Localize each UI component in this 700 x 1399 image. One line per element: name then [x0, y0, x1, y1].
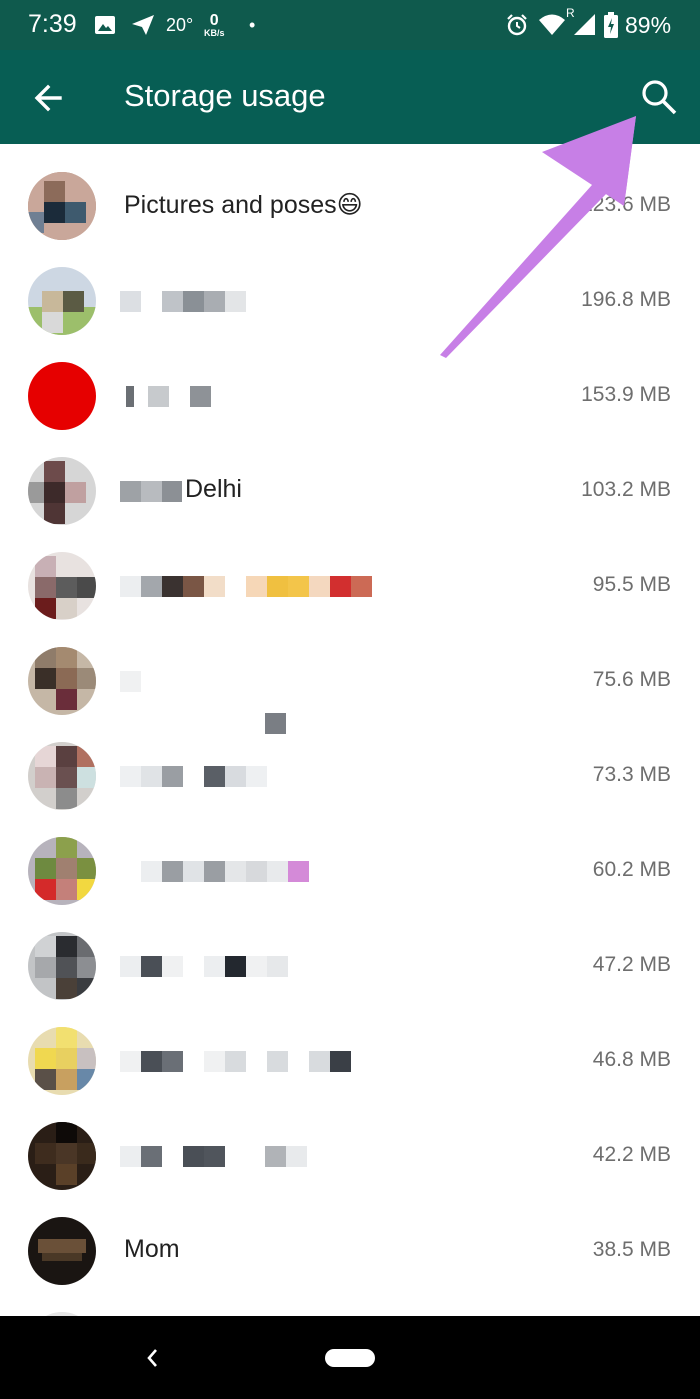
pixelated-name — [118, 1146, 398, 1168]
list-item[interactable]: 153.9 MB — [0, 348, 700, 443]
avatar — [28, 267, 96, 335]
system-nav-bar — [0, 1316, 700, 1399]
storage-size: 95.5 MB — [592, 573, 671, 596]
chat-name: Pictures and poses😄 — [124, 191, 363, 219]
list-item[interactable]: Pictures and poses😄 123.6 MB — [0, 158, 700, 253]
status-time: 7:39 — [28, 10, 77, 38]
list-item[interactable]: 60.2 MB — [0, 823, 700, 918]
storage-size: 153.9 MB — [581, 383, 671, 406]
list-item[interactable]: 46.8 MB — [0, 1013, 700, 1108]
avatar — [28, 552, 96, 620]
storage-size: 47.2 MB — [592, 953, 671, 976]
storage-size: 42.2 MB — [592, 1143, 671, 1166]
page-title: Storage usage — [124, 78, 326, 113]
nav-back-icon[interactable] — [142, 1344, 164, 1372]
avatar — [28, 742, 96, 810]
storage-size: 196.8 MB — [581, 288, 671, 311]
avatar — [28, 1217, 96, 1285]
wifi-icon — [538, 0, 566, 50]
send-icon — [131, 0, 155, 50]
pixelated-name — [118, 481, 182, 503]
app-bar: Storage usage — [0, 50, 700, 144]
alarm-icon — [505, 0, 529, 50]
pixelated-name — [118, 576, 398, 598]
storage-size: 123.6 MB — [581, 193, 671, 216]
storage-size: 46.8 MB — [592, 1048, 671, 1071]
list-item[interactable]: Mom 38.5 MB — [0, 1203, 700, 1298]
status-temperature: 20° — [166, 14, 194, 35]
list-item[interactable]: Delhi 103.2 MB — [0, 443, 700, 538]
avatar — [28, 1122, 96, 1190]
list-item[interactable]: 95.5 MB — [0, 538, 700, 633]
status-dot: • — [249, 14, 256, 35]
storage-size: 60.2 MB — [592, 858, 671, 881]
status-bar: 7:39 20° 0 KB/s • R 89% — [0, 0, 700, 50]
status-net-speed: 0 KB/s — [204, 0, 225, 50]
avatar — [28, 932, 96, 1000]
chat-name: Delhi — [185, 475, 242, 503]
list-item[interactable] — [0, 1298, 700, 1316]
search-icon[interactable] — [640, 78, 678, 116]
list-item[interactable]: 42.2 MB — [0, 1108, 700, 1203]
list-item[interactable]: 196.8 MB — [0, 253, 700, 348]
pixelated-name — [118, 1051, 398, 1073]
avatar — [28, 837, 96, 905]
list-item[interactable]: 75.6 MB — [0, 633, 700, 734]
avatar — [28, 1027, 96, 1095]
avatar — [28, 362, 96, 430]
storage-size: 73.3 MB — [592, 763, 671, 786]
net-speed-unit: KB/s — [204, 27, 225, 38]
pixelated-name — [118, 956, 398, 978]
storage-size: 75.6 MB — [592, 668, 671, 691]
storage-list: Pictures and poses😄 123.6 MB 196.8 MB 15… — [0, 144, 700, 1316]
avatar — [28, 172, 96, 240]
storage-size: 103.2 MB — [581, 478, 671, 501]
pixelated-name — [118, 766, 398, 788]
chat-name: Mom — [124, 1235, 180, 1263]
avatar — [28, 647, 96, 715]
pixelated-name — [118, 861, 398, 883]
signal-icon — [573, 0, 597, 50]
image-icon — [94, 0, 116, 50]
list-item[interactable]: 73.3 MB — [0, 728, 700, 823]
net-speed-value: 0 — [209, 11, 219, 29]
list-item[interactable]: 47.2 MB — [0, 918, 700, 1013]
pixelated-name — [118, 671, 398, 734]
pixelated-name — [118, 386, 398, 408]
home-pill-icon[interactable] — [325, 1349, 375, 1367]
storage-size: 38.5 MB — [592, 1238, 671, 1261]
battery-icon — [604, 0, 618, 50]
battery-percent: 89% — [625, 11, 672, 38]
avatar — [28, 457, 96, 525]
arrow-left-icon[interactable] — [30, 80, 66, 116]
pixelated-name — [118, 291, 398, 313]
